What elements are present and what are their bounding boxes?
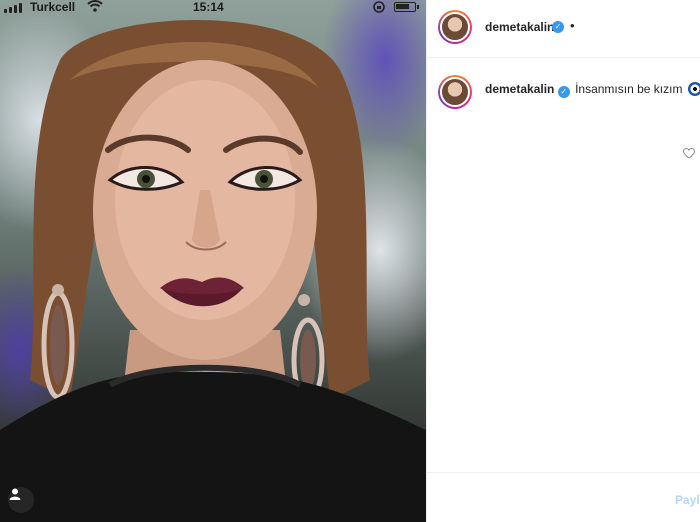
caption-username-link[interactable]: demetakalin	[485, 82, 554, 96]
battery-icon	[394, 2, 419, 12]
verified-badge-icon: ✓	[552, 21, 564, 33]
post-details-panel: demetakalin ✓ • demetakalin ✓ İnsanmısın…	[426, 0, 700, 522]
caption-avatar[interactable]	[438, 75, 472, 109]
heart-icon[interactable]	[682, 146, 696, 164]
person-icon	[9, 488, 21, 500]
verified-badge-icon: ✓	[557, 86, 570, 98]
post-photo[interactable]: Turkcell 15:14	[0, 0, 426, 522]
clock: 15:14	[193, 0, 224, 14]
comment-bar: Payla	[427, 472, 700, 522]
post-comment-button[interactable]: Payla	[675, 493, 700, 507]
caption-text: İnsanmısın be kızım	[575, 82, 683, 96]
caption: demetakalin ✓ İnsanmısın be kızım	[485, 82, 700, 98]
signal-strength-icon	[4, 3, 22, 13]
portrait-image	[0, 20, 426, 522]
status-bar: Turkcell 15:14	[0, 0, 426, 16]
profile-username-link[interactable]: demetakalin	[485, 20, 554, 34]
nazar-amulet-icon	[687, 82, 700, 96]
header-separator: •	[570, 18, 575, 33]
profile-avatar[interactable]	[438, 10, 472, 44]
tagged-users-button[interactable]	[8, 487, 34, 513]
battery-level	[396, 4, 409, 9]
post-header: demetakalin ✓ •	[427, 0, 700, 58]
carrier-name: Turkcell	[30, 0, 76, 14]
